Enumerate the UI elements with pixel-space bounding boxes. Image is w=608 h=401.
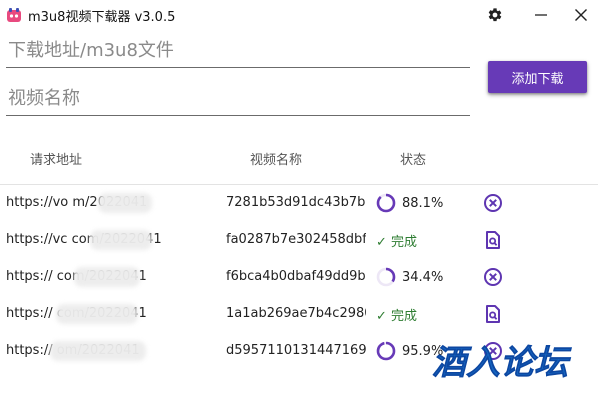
close-icon bbox=[575, 9, 587, 21]
cancel-icon bbox=[484, 194, 502, 212]
redaction-blur bbox=[56, 304, 138, 324]
status-cell: 88.1% bbox=[376, 192, 466, 214]
video-name-cell: 7281b53d91dc43b7b2 bbox=[226, 195, 366, 210]
cancel-download-button[interactable] bbox=[482, 192, 504, 214]
video-name-cell: f6bca4b0dbaf49dd9b6 bbox=[226, 269, 366, 284]
add-download-button[interactable]: 添加下载 bbox=[488, 61, 587, 93]
column-header-status: 状态 bbox=[400, 153, 427, 168]
video-name-cell: fa0287b7e302458dbfb bbox=[226, 232, 366, 247]
redaction-blur bbox=[74, 267, 140, 287]
close-button[interactable] bbox=[569, 3, 593, 27]
redaction-blur bbox=[90, 230, 152, 250]
minimize-icon bbox=[535, 14, 547, 16]
progress-ring-icon bbox=[376, 193, 396, 213]
minimize-button[interactable] bbox=[529, 3, 553, 27]
status-cell: ✓ 完成 bbox=[376, 303, 466, 325]
progress-ring-icon bbox=[376, 267, 396, 287]
app-logo-icon bbox=[7, 8, 21, 22]
cancel-icon bbox=[484, 268, 502, 286]
video-name-cell: 1a1ab269ae7b4c29809 bbox=[226, 306, 366, 321]
open-file-button[interactable] bbox=[482, 229, 504, 251]
svg-text:酒入论坛: 酒入论坛 bbox=[432, 343, 572, 382]
table-row: https://vc com/2022041 fa0287b7e302458dbf… bbox=[0, 222, 598, 259]
settings-button[interactable] bbox=[483, 3, 507, 27]
status-cell: ✓ 完成 bbox=[376, 229, 466, 251]
progress-text: 88.1% bbox=[402, 195, 444, 211]
open-file-icon bbox=[486, 231, 500, 249]
table-row: https:// com/20220411a1ab269ae7b4c29809✓… bbox=[0, 296, 598, 333]
open-file-button[interactable] bbox=[482, 303, 504, 325]
status-cell: 34.4% bbox=[376, 266, 466, 288]
completed-status-text: ✓ 完成 bbox=[376, 234, 418, 250]
progress-ring-icon bbox=[376, 341, 396, 361]
video-name-cell: d59571101314471694 bbox=[226, 343, 366, 358]
open-file-icon bbox=[486, 305, 500, 323]
redaction-blur bbox=[50, 341, 146, 361]
cancel-download-button[interactable] bbox=[482, 266, 504, 288]
watermark-logo: 酒入论坛 bbox=[432, 343, 572, 382]
gear-icon bbox=[488, 8, 502, 22]
table-row: https:// com/2022041f6bca4b0dbaf49dd9b63… bbox=[0, 259, 598, 296]
video-name-input[interactable] bbox=[6, 82, 470, 116]
title-bar: m3u8视频下载器 v3.0.5 bbox=[0, 0, 608, 30]
progress-text: 34.4% bbox=[402, 269, 444, 285]
table-row: https://vo m/2022041 7281b53d91dc43b7b2 88… bbox=[0, 185, 598, 222]
download-url-input[interactable] bbox=[6, 34, 470, 68]
redaction-blur bbox=[98, 193, 152, 213]
column-header-url: 请求地址 bbox=[30, 153, 83, 168]
column-header-name: 视频名称 bbox=[250, 153, 303, 168]
completed-status-text: ✓ 完成 bbox=[376, 308, 418, 324]
window-title: m3u8视频下载器 v3.0.5 bbox=[28, 10, 176, 25]
